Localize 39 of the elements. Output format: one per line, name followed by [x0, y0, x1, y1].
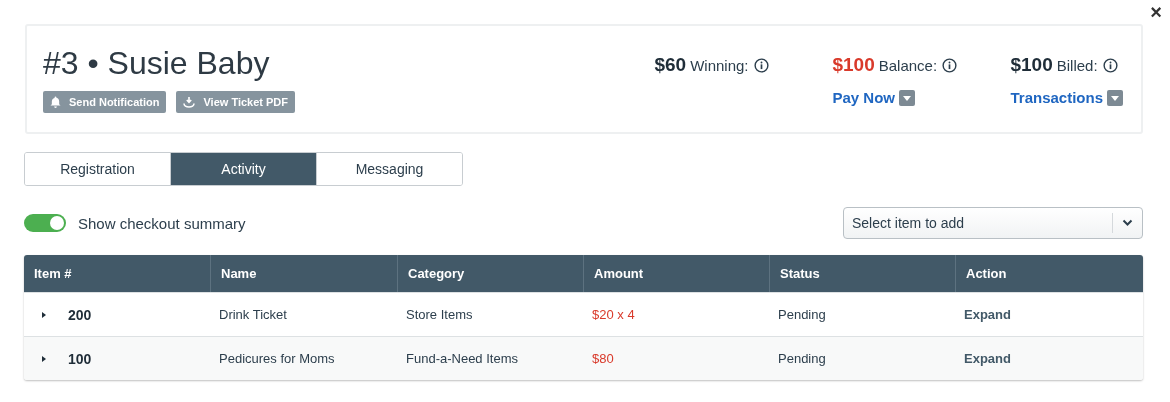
info-icon[interactable]	[753, 58, 769, 73]
amount-cell: $20 x 4	[592, 307, 635, 322]
caret-icon[interactable]	[1107, 90, 1123, 106]
status-cell: Pending	[778, 307, 826, 322]
amount-value: $60	[654, 54, 687, 75]
column-header: Item #	[33, 265, 73, 283]
info-icon[interactable]	[942, 58, 958, 73]
toggle-switch[interactable]	[24, 214, 66, 232]
item-name: Drink Ticket	[219, 307, 287, 322]
expand-link[interactable]: Expand	[964, 351, 1011, 366]
close-button[interactable]: ×	[1150, 1, 1162, 23]
category-cell: Fund-a-Need Items	[406, 351, 518, 366]
item-number: 100	[68, 350, 92, 367]
bell-icon	[50, 96, 61, 108]
select-input-field[interactable]: Select item to add	[844, 215, 1112, 231]
ticket-title: #3 • Susie Baby	[43, 44, 271, 82]
item-select-dropdown[interactable]: Select item to add	[843, 207, 1143, 239]
amount-label: Balance:	[878, 57, 938, 74]
caret-icon[interactable]	[899, 90, 915, 106]
info-icon[interactable]	[1102, 58, 1118, 73]
amount-label: Billed:	[1056, 57, 1098, 74]
toggle-label: Show checkout summary	[78, 214, 246, 232]
dropdown-link[interactable]: Pay Now	[832, 89, 895, 106]
amount-value: $100	[1010, 54, 1053, 75]
expand-triangle-icon[interactable]	[40, 310, 48, 319]
tab[interactable]: Registration	[25, 153, 171, 185]
status-cell: Pending	[778, 351, 826, 366]
amount-cell: $80	[592, 351, 614, 366]
item-number: 200	[68, 306, 92, 323]
item-name: Pedicures for Moms	[219, 351, 335, 366]
amount-label: Winning:	[690, 57, 749, 74]
chevron-down-icon[interactable]	[1122, 219, 1133, 227]
download-icon	[183, 96, 196, 108]
expand-link[interactable]: Expand	[964, 307, 1011, 322]
dropdown-link[interactable]: Transactions	[1010, 89, 1103, 106]
tab[interactable]: Activity	[171, 153, 317, 185]
amount-value: $100	[832, 54, 875, 75]
category-cell: Store Items	[406, 307, 473, 322]
expand-triangle-icon[interactable]	[40, 354, 48, 363]
